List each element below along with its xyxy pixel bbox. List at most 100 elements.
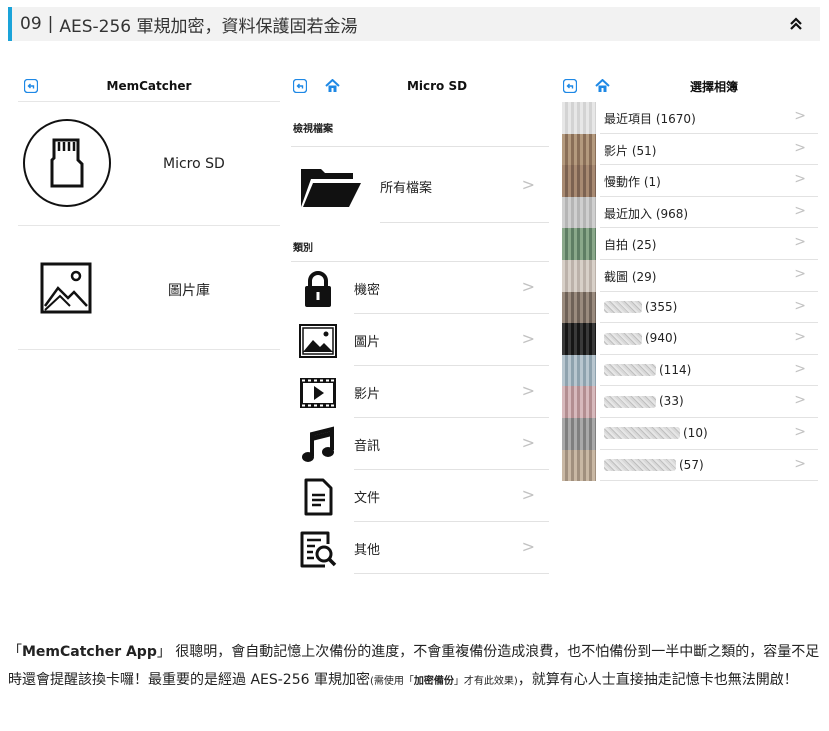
category-row-documents[interactable]: 文件 > — [289, 470, 549, 522]
category-row-audio[interactable]: 音訊 > — [289, 418, 549, 470]
article-note: (需使用「 — [369, 676, 414, 687]
category-row-confidential[interactable]: 機密 > — [289, 262, 549, 314]
category-row-videos[interactable]: 影片 > — [289, 366, 549, 418]
album-row[interactable]: (940) > — [560, 323, 818, 355]
list-item-label: 所有檔案 — [380, 181, 433, 196]
nav-bar: 選擇相簿 — [560, 70, 818, 102]
album-thumbnail — [562, 102, 596, 134]
section-number: 09 — [20, 14, 42, 34]
album-label: (57) — [604, 458, 704, 472]
album-count: (940) — [645, 331, 678, 346]
album-thumbnail — [562, 133, 596, 166]
category-label: 其他 — [354, 543, 381, 558]
list-item-microsd[interactable]: Micro SD — [18, 102, 280, 226]
album-row[interactable]: (57) > — [560, 449, 818, 482]
home-icon[interactable] — [595, 79, 610, 93]
album-name: 最近加入 — [604, 206, 653, 221]
album-row[interactable]: (355) > — [560, 291, 818, 324]
album-row[interactable]: 自拍 (25) > — [560, 228, 818, 260]
back-icon[interactable] — [293, 79, 307, 93]
album-name: 截圖 — [604, 269, 629, 284]
document-icon — [304, 478, 333, 516]
category-label: 音訊 — [354, 439, 381, 454]
album-count: (1) — [643, 175, 661, 190]
album-count: (51) — [631, 143, 657, 158]
category-label: 機密 — [354, 283, 381, 298]
album-name: 最近項目 — [604, 112, 653, 126]
album-thumbnail — [562, 386, 596, 418]
list-item-all-files[interactable]: 所有檔案 > — [289, 147, 549, 223]
album-thumbnail — [562, 291, 596, 324]
redacted-name — [604, 301, 642, 314]
album-count: (25) — [631, 238, 657, 253]
album-count: (355) — [645, 299, 678, 314]
section-label: 檢視檔案 — [293, 124, 333, 135]
album-row[interactable]: 影片 (51) > — [560, 133, 818, 166]
article-paragraph: 「MemCatcher App」 很聰明，會自動記憶上次備份的進度，不會重複備份… — [8, 638, 823, 696]
album-row[interactable]: 最近加入 (968) > — [560, 196, 818, 229]
album-thumbnail — [562, 228, 596, 260]
microsd-screen: Micro SD 檢視檔案 所有檔案 > 類別 機密 > 圖片 > 影片 > 音… — [289, 70, 549, 574]
section-title: AES-256 軍規加密，資料保護固若金湯 — [59, 16, 358, 37]
redacted-name — [604, 395, 656, 408]
album-label: 影片 (51) — [604, 142, 656, 159]
album-row[interactable]: (10) > — [560, 417, 818, 450]
collapse-button[interactable] — [786, 14, 806, 34]
chevron-right-icon: > — [794, 297, 806, 314]
chevron-right-icon: > — [521, 485, 535, 504]
album-thumbnail — [562, 449, 596, 482]
album-thumbnail — [562, 259, 596, 292]
chevron-right-icon: > — [521, 175, 535, 194]
album-label: 自拍 (25) — [604, 236, 656, 253]
album-row[interactable]: (114) > — [560, 354, 818, 387]
video-icon — [300, 378, 336, 408]
lock-icon — [305, 271, 331, 307]
music-note-icon — [302, 426, 334, 462]
chevron-right-icon: > — [521, 537, 535, 556]
app-name: MemCatcher App — [22, 644, 157, 660]
album-name: 自拍 — [604, 238, 629, 253]
list-item-gallery[interactable]: 圖片庫 — [18, 226, 280, 350]
article-text: ，就算有心人士直接抽走記憶卡也無法開啟！ — [517, 672, 798, 688]
chevron-right-icon: > — [794, 392, 806, 409]
back-icon[interactable] — [563, 79, 577, 93]
album-label: (355) — [604, 300, 677, 314]
nav-title: MemCatcher — [106, 78, 192, 93]
album-label: (10) — [604, 426, 708, 440]
category-label: 圖片 — [354, 335, 381, 350]
album-count: (57) — [679, 457, 704, 472]
article-note-bold: 加密備份 — [413, 676, 454, 687]
double-chevron-up-icon — [790, 17, 802, 30]
chevron-right-icon: > — [521, 381, 535, 400]
album-row[interactable]: (33) > — [560, 386, 818, 418]
divider — [354, 573, 549, 574]
nav-bar: MemCatcher — [18, 70, 280, 102]
category-row-pictures[interactable]: 圖片 > — [289, 314, 549, 366]
search-document-icon — [300, 531, 337, 568]
album-thumbnail — [562, 354, 596, 387]
category-row-other[interactable]: 其他 > — [289, 522, 549, 574]
chevron-right-icon: > — [794, 171, 806, 188]
album-label: (33) — [604, 394, 684, 408]
album-count: (1670) — [655, 112, 696, 126]
quote-open: 「 — [8, 644, 22, 660]
album-row[interactable]: 最近項目 (1670) > — [560, 102, 818, 134]
redacted-name — [604, 459, 676, 472]
album-label: 最近加入 (968) — [604, 205, 688, 222]
sd-card-icon — [23, 119, 111, 207]
album-label: (940) — [604, 331, 677, 345]
album-row[interactable]: 截圖 (29) > — [560, 259, 818, 292]
nav-bar: Micro SD — [289, 70, 549, 102]
chevron-right-icon: > — [794, 234, 806, 251]
section-label: 類別 — [293, 243, 313, 254]
chevron-right-icon: > — [794, 202, 806, 219]
image-icon — [40, 262, 92, 314]
album-count: (33) — [659, 394, 684, 409]
chevron-right-icon: > — [794, 423, 806, 440]
album-count: (10) — [683, 425, 708, 440]
category-label: 影片 — [354, 387, 381, 402]
album-list: 最近項目 (1670) > 影片 (51) > 慢動作 (1) > 最近加入 (968) > 自… — [560, 102, 818, 482]
album-row[interactable]: 慢動作 (1) > — [560, 165, 818, 197]
chevron-right-icon: > — [521, 433, 535, 452]
album-label: 截圖 (29) — [604, 268, 656, 285]
